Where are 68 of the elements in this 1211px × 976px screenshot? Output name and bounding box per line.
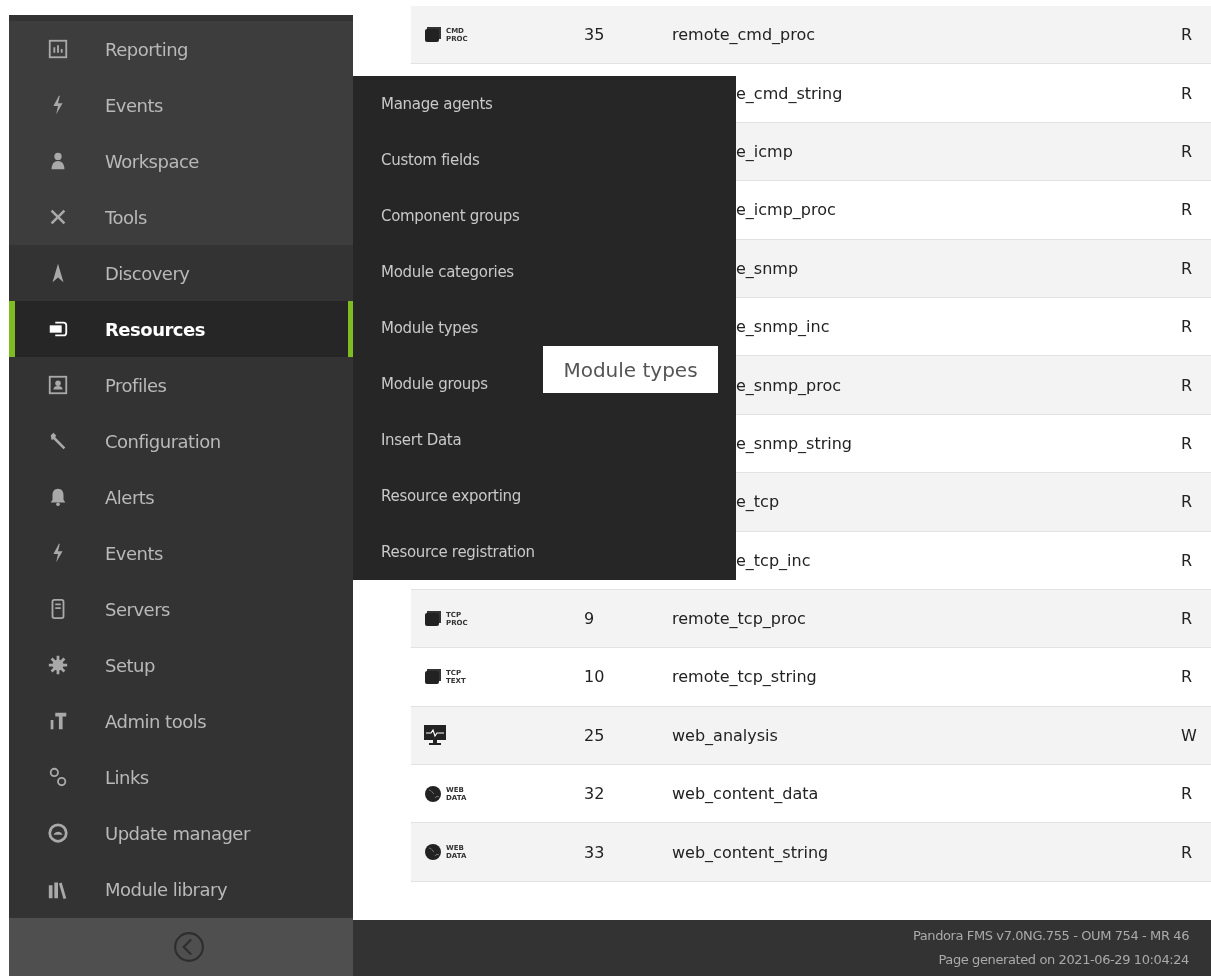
profile-icon [47,374,69,396]
submenu-item[interactable]: Custom fields [353,132,736,188]
sidebar-item[interactable]: Servers [9,581,353,637]
table-cell-text: web_content_data [672,784,820,804]
sidebar-item[interactable]: Tools [9,189,353,245]
table-cell-text: R [1181,609,1194,629]
settings-icon [47,654,69,676]
table-cell-text: R [1181,25,1194,45]
table-cell-text: 10 [584,667,606,687]
submenu-item[interactable]: Resource exporting [353,468,736,524]
sidebar-item[interactable]: Alerts [9,469,353,525]
table-cell-text: 9 [584,609,596,629]
sidebar-item[interactable]: Configuration [9,413,353,469]
table-cell-text: R [1181,83,1194,103]
table-cell-text: remote_tcp_string [672,667,818,687]
table-cell-text: R [1181,667,1194,687]
submenu-item[interactable]: Resource registration [353,524,736,580]
chart-icon [47,38,69,60]
table-cell-text: R [1181,784,1194,804]
table-cell-text: 25 [584,725,606,745]
table-cell-text: W [1181,725,1198,745]
table-cell: e_tcp [736,492,780,512]
sidebar-item[interactable]: Events [9,525,353,581]
monitor-icon [423,723,447,748]
sidebar-item[interactable]: Module library [9,861,353,917]
table-cell: e_snmp [736,258,799,278]
link-icon [47,766,69,788]
table-cell: e_icmp [736,141,793,161]
table-cell-text: remote_cmd_proc [672,25,817,45]
table-cell-text: R [1181,433,1194,453]
table-cell-text: R [1181,200,1194,220]
footer-text: Pandora FMS v7.0NG.755 - OUM 754 - MR 46 [912,927,1189,945]
sidebar-item[interactable]: Profiles [9,357,353,413]
tooltip: Module types [543,346,718,393]
table-cell: e_snmp_inc [736,317,830,337]
submenu-item[interactable]: Component groups [353,188,736,244]
sidebar-item[interactable]: Discovery [9,245,353,301]
table-cell-text: 33 [584,842,606,862]
submenu-item[interactable]: Insert Data [353,412,736,468]
table-cell-text: remote_tcp_proc [672,609,807,629]
table-cell: e_snmp_string [736,433,852,453]
collapse-icon[interactable] [173,931,205,963]
table-cell-text: 32 [584,784,606,804]
sidebar-item[interactable]: Reporting [9,21,353,77]
table-cell-text: R [1181,141,1194,161]
submenu-item[interactable]: Manage agents [353,76,736,132]
table-cell-text: R [1181,317,1194,337]
table-cell: e_tcp_inc [736,550,811,570]
table-cell-text: 35 [584,25,606,45]
sidebar-item[interactable]: Admin tools [9,693,353,749]
table-cell-text: web_analysis [672,725,779,745]
sidebar-item[interactable]: Update manager [9,805,353,861]
table-cell-text: web_content_string [672,842,830,862]
table-cell: e_icmp_proc [736,200,836,220]
table-cell: e_snmp_proc [736,375,842,395]
sidebar-item[interactable]: Setup [9,637,353,693]
sidebar-item[interactable]: Workspace [9,133,353,189]
footer-text: Page generated on 2021-06-29 10:04:24 [938,951,1189,969]
sidebar-item[interactable]: Links [9,749,353,805]
table-cell: e_cmd_string [736,83,843,103]
table-cell-text: R [1181,550,1194,570]
table-cell-text: R [1181,842,1194,862]
sidebar-item[interactable]: Resources [9,301,353,357]
sidebar-item[interactable]: Events [9,77,353,133]
table-cell-text: R [1181,492,1194,512]
table-cell-text: R [1181,375,1194,395]
submenu-item[interactable]: Module categories [353,244,736,300]
table-cell-text: R [1181,258,1194,278]
